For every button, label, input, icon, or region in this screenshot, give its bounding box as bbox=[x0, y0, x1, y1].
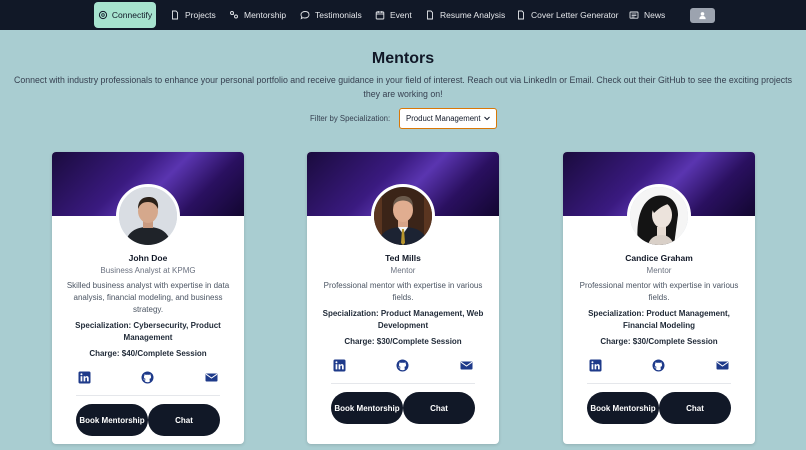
mentor-title: Mentor bbox=[390, 266, 416, 275]
mentor-charge: Charge: $30/Complete Session bbox=[344, 337, 462, 346]
mentorship-icon bbox=[230, 11, 238, 19]
mail-icon[interactable] bbox=[460, 359, 473, 372]
divider bbox=[331, 383, 475, 384]
page-intro: Connect with industry professionals to e… bbox=[14, 75, 792, 99]
calendar-icon bbox=[375, 11, 385, 20]
avatar-photo bbox=[374, 187, 432, 245]
book-mentorship-button[interactable]: Book Mentorship bbox=[76, 404, 148, 436]
newspaper-icon bbox=[629, 11, 639, 19]
filter-selected-value: Product Management bbox=[406, 114, 481, 123]
mentor-title: Mentor bbox=[646, 266, 672, 275]
nav-item-label: Mentorship bbox=[244, 10, 287, 20]
brand-logo-icon bbox=[98, 10, 108, 20]
mentor-bio: Professional mentor with expertise in va… bbox=[323, 281, 483, 302]
user-icon bbox=[699, 12, 706, 20]
nav-item-resume-analysis[interactable]: Resume Analysis bbox=[425, 0, 505, 30]
avatar bbox=[371, 184, 435, 248]
chat-bubble-icon bbox=[300, 11, 310, 20]
mentor-name: John Doe bbox=[128, 253, 168, 263]
avatar-photo bbox=[630, 187, 688, 245]
nav-item-projects[interactable]: Projects bbox=[170, 0, 216, 30]
mentor-bio: Professional mentor with expertise in va… bbox=[579, 281, 739, 302]
mentor-specialization: Specialization: Product Management, Fina… bbox=[588, 309, 730, 330]
page-title: Mentors bbox=[371, 50, 435, 67]
document-icon bbox=[427, 10, 433, 20]
nav-item-label: Cover Letter Generator bbox=[531, 10, 619, 20]
nav-item-label: Resume Analysis bbox=[440, 10, 506, 20]
divider bbox=[587, 383, 731, 384]
mentor-charge: Charge: $40/Complete Session bbox=[89, 349, 207, 358]
document-icon bbox=[172, 10, 178, 20]
brand-label: Connectify bbox=[111, 10, 153, 20]
filter-label: Filter by Specialization: bbox=[310, 114, 391, 123]
nav-item-cover-letter-generator[interactable]: Cover Letter Generator bbox=[516, 0, 618, 30]
chat-button[interactable]: Chat bbox=[403, 392, 475, 424]
mentor-bio: Skilled business analyst with expertise … bbox=[66, 281, 230, 314]
mentor-name: Candice Graham bbox=[625, 253, 693, 263]
top-navbar: Connectify Projects Mentorship Testimoni… bbox=[0, 0, 806, 30]
chat-button[interactable]: Chat bbox=[659, 392, 731, 424]
chat-button[interactable]: Chat bbox=[148, 404, 220, 436]
profile-button[interactable] bbox=[690, 8, 715, 23]
nav-item-mentorship[interactable]: Mentorship bbox=[229, 0, 286, 30]
book-mentorship-button[interactable]: Book Mentorship bbox=[587, 392, 659, 424]
mail-icon[interactable] bbox=[716, 359, 729, 372]
github-icon[interactable] bbox=[396, 359, 409, 372]
mail-icon[interactable] bbox=[205, 371, 218, 384]
avatar bbox=[627, 184, 691, 248]
mentor-name: Ted Mills bbox=[385, 253, 421, 263]
specialization-filter-select[interactable]: Product Management bbox=[399, 108, 497, 129]
brand-button[interactable]: Connectify bbox=[94, 2, 156, 28]
nav-item-news[interactable]: News bbox=[629, 0, 665, 30]
linkedin-icon[interactable] bbox=[78, 371, 91, 384]
linkedin-icon[interactable] bbox=[589, 359, 602, 372]
mentor-card: Ted Mills Mentor Professional mentor wit… bbox=[307, 152, 499, 444]
book-mentorship-button[interactable]: Book Mentorship bbox=[331, 392, 403, 424]
nav-item-label: Event bbox=[390, 10, 412, 20]
chevron-down-icon bbox=[484, 116, 490, 121]
mentor-title: Business Analyst at KPMG bbox=[100, 266, 196, 275]
mentor-card: John Doe Business Analyst at KPMG Skille… bbox=[52, 152, 244, 444]
nav-item-label: Projects bbox=[185, 10, 216, 20]
divider bbox=[76, 395, 220, 396]
mentor-card: Candice Graham Mentor Professional mento… bbox=[563, 152, 755, 444]
mentor-specialization: Specialization: Cybersecurity, Product M… bbox=[75, 321, 221, 342]
avatar bbox=[116, 184, 180, 248]
document-icon bbox=[518, 10, 524, 20]
linkedin-icon[interactable] bbox=[333, 359, 346, 372]
mentor-charge: Charge: $30/Complete Session bbox=[600, 337, 718, 346]
avatar-photo bbox=[119, 187, 177, 245]
mentor-specialization: Specialization: Product Management, Web … bbox=[322, 309, 484, 330]
github-icon[interactable] bbox=[652, 359, 665, 372]
nav-item-testimonials[interactable]: Testimonials bbox=[300, 0, 362, 30]
nav-item-label: Testimonials bbox=[315, 10, 362, 20]
nav-item-event[interactable]: Event bbox=[375, 0, 412, 30]
github-icon[interactable] bbox=[141, 371, 154, 384]
nav-item-label: News bbox=[644, 10, 666, 20]
